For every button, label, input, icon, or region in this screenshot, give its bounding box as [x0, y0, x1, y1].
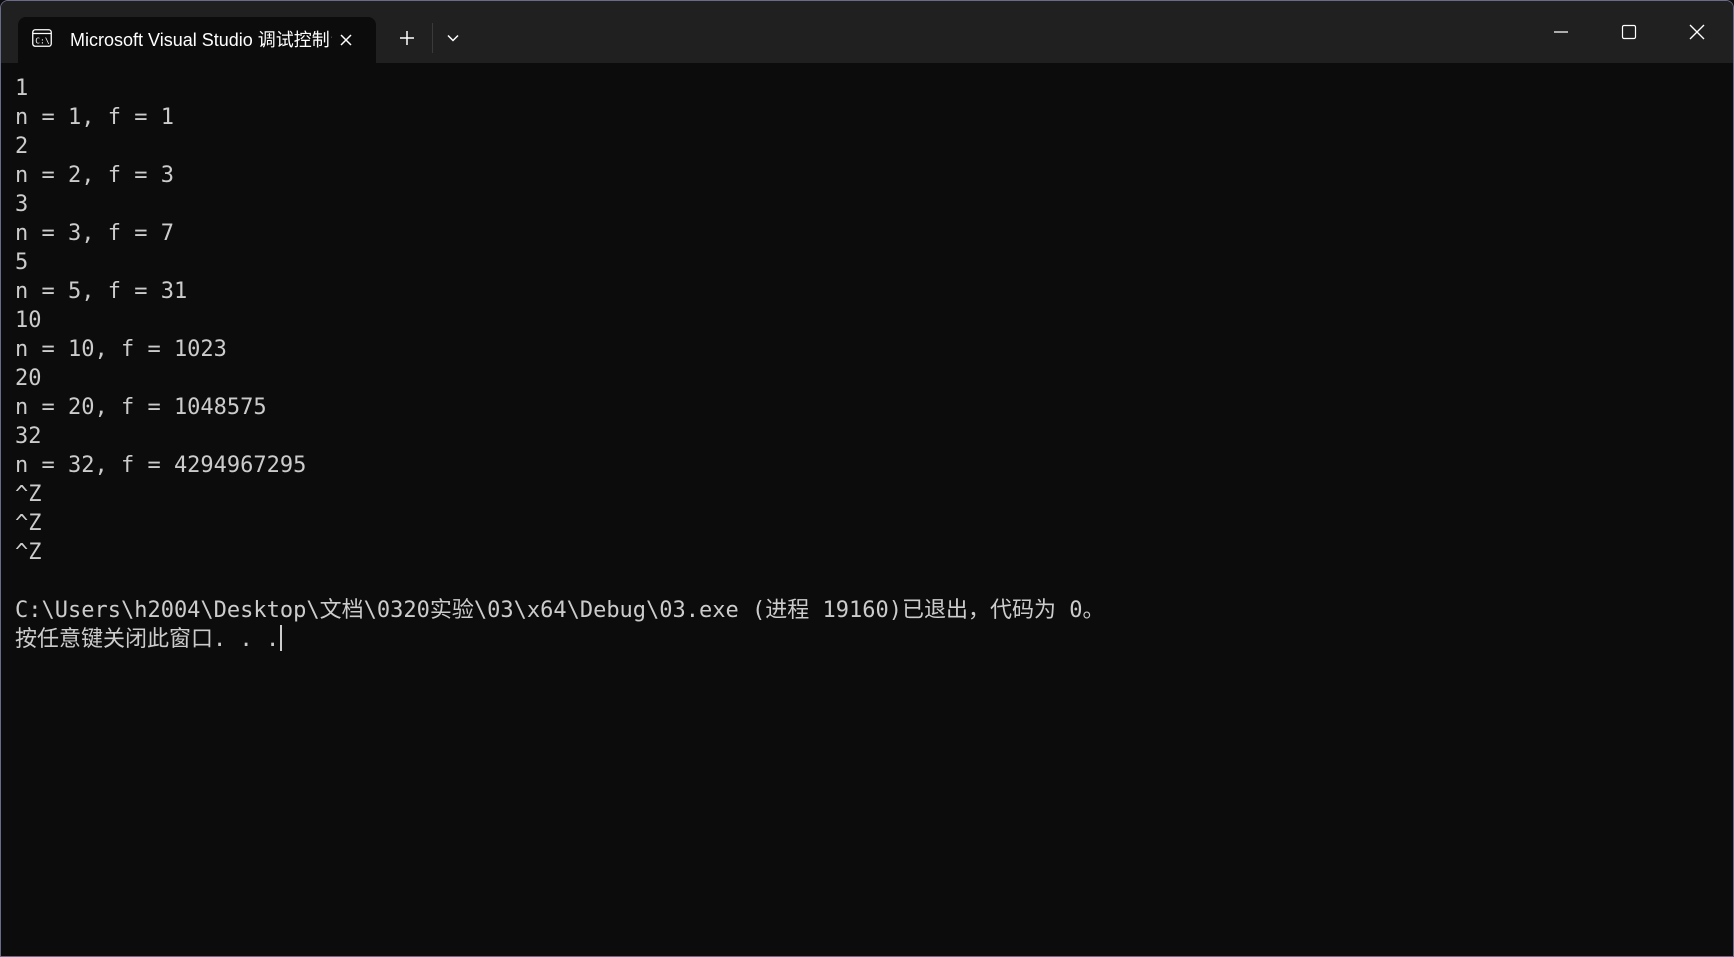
console-line: 按任意键关闭此窗口. . .: [15, 627, 280, 652]
console-output[interactable]: 1 n = 1, f = 1 2 n = 2, f = 3 3 n = 3, f…: [15, 74, 1715, 934]
console-line: ^Z: [15, 540, 42, 565]
tab-debug-console[interactable]: C:\ Microsoft Visual Studio 调试控制台: [18, 17, 376, 63]
console-line: n = 10, f = 1023: [15, 337, 227, 362]
tab-title: Microsoft Visual Studio 调试控制台: [70, 30, 332, 50]
console-line: 3: [15, 192, 29, 217]
plus-icon[interactable]: [392, 23, 422, 53]
console-line: 2: [15, 134, 29, 159]
console-line: 1: [15, 76, 29, 101]
console-prompt-line: 按任意键关闭此窗口. . .: [15, 625, 1715, 654]
console-line: n = 2, f = 3: [15, 163, 174, 188]
tab-close-icon[interactable]: [333, 27, 359, 53]
text-cursor: [280, 625, 283, 651]
chevron-down-icon[interactable]: [438, 23, 468, 53]
console-icon: C:\: [32, 29, 52, 47]
minimize-icon[interactable]: [1531, 7, 1591, 57]
title-bar[interactable]: C:\ Microsoft Visual Studio 调试控制台: [1, 1, 1733, 63]
console-line: n = 32, f = 4294967295: [15, 453, 307, 478]
console-line: C:\Users\h2004\Desktop\文档\0320实验\03\x64\…: [15, 598, 1105, 623]
terminal-window: C:\ Microsoft Visual Studio 调试控制台 1 n = …: [0, 0, 1734, 957]
console-line: n = 20, f = 1048575: [15, 395, 267, 420]
console-line: n = 3, f = 7: [15, 221, 174, 246]
console-line: 20: [15, 366, 42, 391]
console-line: 10: [15, 308, 42, 333]
console-line: 32: [15, 424, 42, 449]
console-line: n = 5, f = 31: [15, 279, 188, 304]
console-line: n = 1, f = 1: [15, 105, 174, 130]
svg-text:C:\: C:\: [35, 37, 50, 46]
maximize-icon[interactable]: [1599, 7, 1659, 57]
close-icon[interactable]: [1667, 7, 1727, 57]
tab-separator: [432, 23, 433, 53]
console-line: 5: [15, 250, 29, 275]
console-line: ^Z: [15, 511, 42, 536]
console-line: ^Z: [15, 482, 42, 507]
